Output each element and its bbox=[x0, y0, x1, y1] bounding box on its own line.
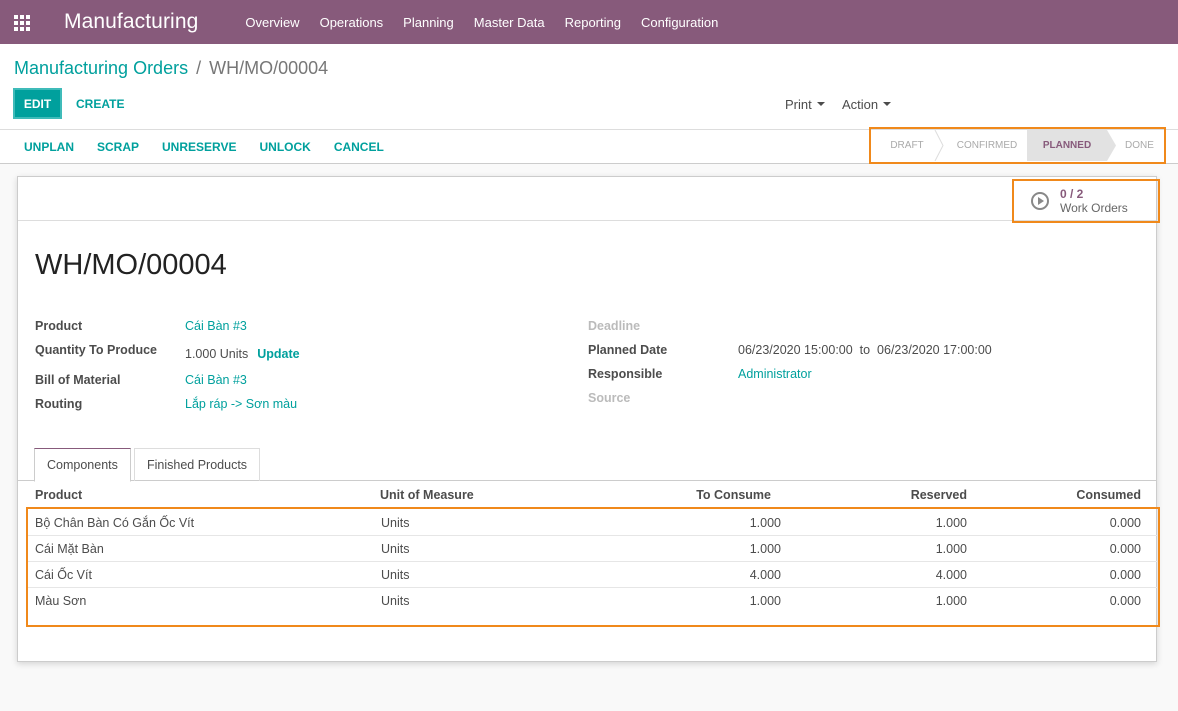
stage-arrow bbox=[1107, 130, 1116, 161]
update-quantity-button[interactable]: Update bbox=[257, 347, 299, 361]
unplan-button[interactable]: UNPLAN bbox=[24, 140, 74, 154]
row-consumed: 0.000 bbox=[1109, 542, 1141, 556]
action-dropdown[interactable]: Action bbox=[842, 97, 892, 112]
row-product: Cái Ốc Vít bbox=[35, 568, 92, 582]
action-label: Action bbox=[842, 97, 879, 112]
col-product[interactable]: Product bbox=[35, 488, 82, 502]
status-bar: UNPLAN SCRAP UNRESERVE UNLOCK CANCEL DRA… bbox=[0, 127, 1178, 164]
form-sheet: 0 / 2 Work Orders WH/MO/00004 Product Cá… bbox=[17, 176, 1160, 662]
breadcrumb: Manufacturing Orders / WH/MO/00004 bbox=[14, 58, 328, 79]
table-row[interactable]: Màu Sơn Units 1.000 1.000 0.000 bbox=[28, 588, 1158, 614]
menu-configuration[interactable]: Configuration bbox=[641, 15, 718, 30]
row-product: Cái Mặt Bàn bbox=[35, 542, 104, 556]
col-to-consume[interactable]: To Consume bbox=[618, 488, 771, 502]
row-reserved: 4.000 bbox=[935, 568, 967, 582]
menu-master-data[interactable]: Master Data bbox=[474, 15, 545, 30]
row-to-consume: 1.000 bbox=[749, 516, 781, 530]
source-label: Source bbox=[588, 391, 631, 405]
row-uom: Units bbox=[381, 594, 410, 608]
notebook-tabs: Components Finished Products bbox=[18, 448, 1156, 482]
product-value[interactable]: Cái Bàn #3 bbox=[185, 319, 247, 333]
row-to-consume: 1.000 bbox=[749, 542, 781, 556]
print-label: Print bbox=[785, 97, 812, 112]
caret-down-icon bbox=[883, 102, 892, 106]
create-button[interactable]: CREATE bbox=[76, 97, 124, 111]
breadcrumb-current: WH/MO/00004 bbox=[209, 58, 329, 78]
stage-done[interactable]: DONE bbox=[1117, 130, 1162, 161]
planned-date-from: 06/23/2020 15:00:00 bbox=[738, 343, 853, 357]
deadline-label: Deadline bbox=[588, 319, 641, 333]
unreserve-button[interactable]: UNRESERVE bbox=[162, 140, 236, 154]
row-reserved: 1.000 bbox=[935, 594, 967, 608]
menu-overview[interactable]: Overview bbox=[245, 15, 299, 30]
col-unit-of-measure[interactable]: Unit of Measure bbox=[380, 488, 474, 502]
main-menu: Overview Operations Planning Master Data… bbox=[245, 15, 738, 30]
bom-value[interactable]: Cái Bàn #3 bbox=[185, 373, 247, 387]
breadcrumb-parent[interactable]: Manufacturing Orders bbox=[14, 58, 188, 78]
col-reserved[interactable]: Reserved bbox=[818, 488, 967, 502]
apps-grid-icon[interactable] bbox=[14, 15, 32, 31]
menu-reporting[interactable]: Reporting bbox=[565, 15, 621, 30]
button-box: 0 / 2 Work Orders bbox=[18, 177, 1160, 223]
tab-components[interactable]: Components bbox=[34, 448, 131, 482]
row-consumed: 0.000 bbox=[1109, 594, 1141, 608]
row-to-consume: 4.000 bbox=[749, 568, 781, 582]
quantity-label: Quantity To Produce bbox=[35, 343, 157, 357]
responsible-label: Responsible bbox=[588, 367, 663, 381]
record-title: WH/MO/00004 bbox=[35, 249, 227, 281]
app-name[interactable]: Manufacturing bbox=[64, 10, 198, 34]
row-product: Màu Sơn bbox=[35, 594, 87, 608]
row-reserved: 1.000 bbox=[935, 516, 967, 530]
caret-down-icon bbox=[816, 102, 825, 106]
row-consumed: 0.000 bbox=[1109, 516, 1141, 530]
routing-label: Routing bbox=[35, 397, 83, 411]
table-row[interactable]: Cái Ốc Vít Units 4.000 4.000 0.000 bbox=[28, 562, 1158, 588]
planned-date-range[interactable]: 06/23/2020 15:00:00 to 06/23/2020 17:00:… bbox=[738, 343, 992, 357]
row-uom: Units bbox=[381, 542, 410, 556]
play-circle-icon bbox=[1031, 192, 1049, 210]
planned-date-to-word: to bbox=[859, 343, 871, 357]
row-reserved: 1.000 bbox=[935, 542, 967, 556]
row-to-consume: 1.000 bbox=[749, 594, 781, 608]
planned-date-label: Planned Date bbox=[588, 343, 668, 357]
edit-button[interactable]: EDIT bbox=[13, 88, 62, 119]
responsible-value[interactable]: Administrator bbox=[738, 367, 812, 381]
row-uom: Units bbox=[381, 568, 410, 582]
stage-statusbar: DRAFT CONFIRMED PLANNED DONE bbox=[869, 127, 1166, 164]
row-uom: Units bbox=[381, 516, 410, 530]
planned-date-to: 06/23/2020 17:00:00 bbox=[877, 343, 992, 357]
work-orders-count: 0 / 2 bbox=[1060, 187, 1084, 201]
control-panel: Manufacturing Orders / WH/MO/00004 bbox=[0, 44, 1178, 130]
cancel-button[interactable]: CANCEL bbox=[334, 140, 384, 154]
col-consumed[interactable]: Consumed bbox=[988, 488, 1141, 502]
routing-value[interactable]: Lắp ráp -> Sơn màu bbox=[185, 397, 297, 411]
breadcrumb-separator: / bbox=[196, 58, 202, 78]
work-orders-stat: 0 / 2 Work Orders bbox=[1060, 187, 1128, 215]
work-orders-label: Work Orders bbox=[1060, 201, 1128, 215]
top-navbar: Manufacturing Overview Operations Planni… bbox=[0, 0, 1178, 44]
row-consumed: 0.000 bbox=[1109, 568, 1141, 582]
quantity-field: 1.000 Units Update bbox=[185, 347, 300, 361]
stage-draft[interactable]: DRAFT bbox=[874, 130, 940, 161]
table-row[interactable]: Cái Mặt Bàn Units 1.000 1.000 0.000 bbox=[28, 536, 1158, 562]
print-dropdown[interactable]: Print bbox=[785, 97, 825, 112]
menu-planning[interactable]: Planning bbox=[403, 15, 454, 30]
stage-planned: PLANNED bbox=[1027, 130, 1107, 161]
bom-label: Bill of Material bbox=[35, 373, 121, 387]
table-row[interactable]: Bộ Chân Bàn Có Gắn Ốc Vít Units 1.000 1.… bbox=[28, 510, 1158, 536]
row-product: Bộ Chân Bàn Có Gắn Ốc Vít bbox=[35, 516, 195, 530]
unlock-button[interactable]: UNLOCK bbox=[259, 140, 310, 154]
scrap-button[interactable]: SCRAP bbox=[97, 140, 139, 154]
menu-operations[interactable]: Operations bbox=[320, 15, 384, 30]
work-orders-button[interactable]: 0 / 2 Work Orders bbox=[1012, 179, 1160, 223]
components-table-body: Bộ Chân Bàn Có Gắn Ốc Vít Units 1.000 1.… bbox=[26, 507, 1160, 627]
tab-finished-products[interactable]: Finished Products bbox=[134, 448, 261, 481]
stage-confirmed[interactable]: CONFIRMED bbox=[943, 130, 1031, 161]
product-label: Product bbox=[35, 319, 83, 333]
header-actions: UNPLAN SCRAP UNRESERVE UNLOCK CANCEL bbox=[24, 140, 407, 154]
quantity-value: 1.000 Units bbox=[185, 347, 249, 361]
